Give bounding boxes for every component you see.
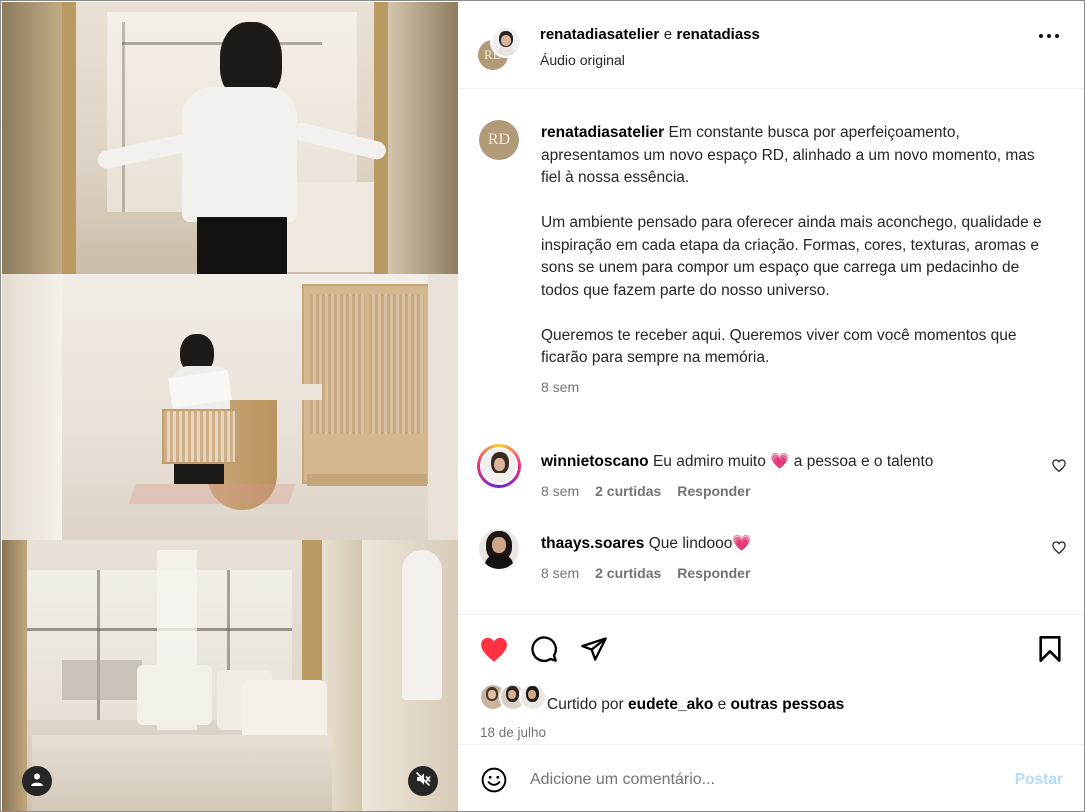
heart-outline-icon [1052, 541, 1066, 555]
comment-time[interactable]: 8 sem [541, 565, 579, 581]
comment-meta: 8 sem 2 curtidas Responder [541, 483, 750, 499]
user-tag-icon [30, 772, 44, 791]
liked-by-avatars[interactable] [479, 683, 547, 711]
liker-avatar [519, 683, 547, 711]
caption-paragraph: Queremos te receber aqui. Queremos viver… [541, 326, 1017, 367]
comment-likes[interactable]: 2 curtidas [595, 565, 661, 581]
reply-button[interactable]: Responder [677, 565, 750, 581]
header-connector: e [663, 26, 673, 43]
comment-meta: 8 sem 2 curtidas Responder [541, 565, 750, 581]
liked-by-text: Curtido por eudete_ako e outras pessoas [547, 696, 844, 714]
more-options-button[interactable] [1039, 34, 1059, 38]
comment-body-after: a pessoa e o talento [793, 453, 934, 470]
video-frame-middle [2, 274, 458, 540]
avatar-monogram: RD [487, 131, 511, 148]
caption-paragraph: Um ambiente pensado para oferecer ainda … [541, 214, 1042, 299]
comment-button[interactable] [528, 633, 560, 665]
more-icon [1039, 34, 1043, 38]
liked-by-prefix: Curtido por [547, 696, 624, 713]
heart-emoji: 💗 [732, 535, 752, 552]
comment-username[interactable]: winnietoscano [541, 453, 649, 470]
muted-icon [415, 771, 431, 792]
caption: renatadiasatelier Em constante busca por… [541, 122, 1056, 398]
heart-icon [481, 637, 507, 662]
like-button[interactable] [478, 633, 510, 665]
liked-by-others[interactable]: outras pessoas [731, 696, 845, 713]
comment-text: thaays.soares Que lindooo💗 [541, 534, 752, 553]
comment-likes[interactable]: 2 curtidas [595, 483, 661, 499]
caption-username[interactable]: renatadiasatelier [541, 124, 664, 141]
emoji-icon [481, 767, 507, 793]
post-modal: RD renatadiasatelier e renatadiass Áudio… [0, 0, 1085, 812]
emoji-button[interactable] [480, 766, 508, 794]
audio-label[interactable]: Áudio original [540, 52, 625, 68]
coauthor-username[interactable]: renatadiass [676, 26, 759, 43]
liked-by-user[interactable]: eudete_ako [628, 696, 713, 713]
post-media[interactable] [2, 2, 458, 811]
author-username[interactable]: renatadiasatelier [540, 26, 659, 43]
header-usernames: renatadiasatelier e renatadiass [540, 26, 760, 44]
share-button[interactable] [578, 633, 610, 665]
liked-by-connector: e [717, 696, 727, 713]
video-frame-top [2, 2, 458, 274]
bookmark-icon [1039, 636, 1061, 662]
comment-like-button[interactable] [1052, 459, 1066, 477]
comment-time[interactable]: 8 sem [541, 483, 579, 499]
video-frame-bottom [2, 540, 458, 811]
comment-body: Eu admiro muito [652, 453, 766, 470]
comment-text: winnietoscano Eu admiro muito 💗 a pessoa… [541, 452, 933, 471]
user-tag-button[interactable] [22, 766, 52, 796]
comments-section[interactable]: RD renatadiasatelier Em constante busca … [458, 89, 1084, 614]
caption-time[interactable]: 8 sem [541, 376, 1056, 399]
post-details-panel: RD renatadiasatelier e renatadiass Áudio… [458, 2, 1084, 811]
mute-toggle-button[interactable] [408, 766, 438, 796]
post-header: RD renatadiasatelier e renatadiass Áudio… [458, 2, 1084, 89]
reply-button[interactable]: Responder [677, 483, 750, 499]
comment-avatar[interactable] [479, 529, 519, 569]
comment-input[interactable] [528, 765, 992, 795]
comment-like-button[interactable] [1052, 541, 1066, 559]
coauthor-avatar[interactable] [490, 26, 522, 58]
comment-icon [531, 636, 557, 662]
save-button[interactable] [1034, 633, 1066, 665]
post-comment-button[interactable]: Postar [1015, 771, 1063, 789]
heart-emoji: 💗 [770, 453, 790, 470]
post-date[interactable]: 18 de julho [480, 725, 546, 740]
caption-author-avatar[interactable]: RD [479, 120, 519, 160]
heart-outline-icon [1052, 459, 1066, 473]
share-icon [581, 637, 607, 661]
comment-composer: Postar [458, 744, 1084, 811]
comment-username[interactable]: thaays.soares [541, 535, 644, 552]
comment-avatar[interactable] [480, 447, 518, 485]
post-actions: Curtido por eudete_ako e outras pessoas … [458, 614, 1084, 755]
comment-body: Que lindooo [648, 535, 733, 552]
